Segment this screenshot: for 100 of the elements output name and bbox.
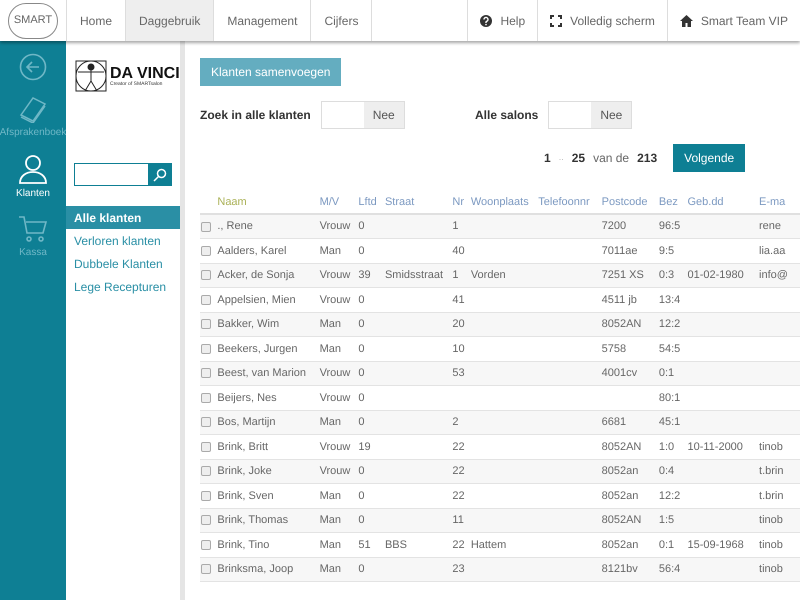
row-checkbox[interactable]	[201, 442, 211, 452]
column-header[interactable]: Woonplaats	[470, 192, 538, 214]
table-cell: Beest, van Marion	[217, 367, 306, 379]
column-header[interactable]: Straat	[384, 192, 452, 214]
table-cell: 7251 XS	[602, 269, 644, 281]
table-cell: Brink, Tino	[217, 538, 270, 550]
nav-tab[interactable]: Home	[67, 0, 126, 41]
table-cell: 54:5	[658, 342, 680, 354]
column-header[interactable]: Lftd	[358, 192, 385, 214]
table-cell: Smidsstraat	[384, 269, 444, 281]
row-checkbox[interactable]	[201, 270, 211, 280]
column-header[interactable]: Postcode	[602, 192, 659, 214]
rail-item[interactable]: Kassa	[18, 215, 48, 260]
sidebar-menu-item[interactable]: Dubbele Klanten	[66, 252, 180, 275]
column-header[interactable]: E-ma	[759, 192, 800, 214]
table-cell: Brink, Joke	[217, 465, 272, 477]
toggle-switch[interactable]: Nee	[548, 101, 632, 129]
table-cell: 0	[358, 220, 365, 232]
table-cell: 8052an	[602, 538, 638, 550]
table-cell: Man	[320, 490, 341, 502]
row-checkbox[interactable]	[201, 515, 211, 526]
rail-item[interactable]: Afsprakenboek	[0, 95, 66, 140]
row-checkbox[interactable]	[201, 466, 211, 476]
column-header[interactable]: Telefoonnr	[538, 192, 602, 214]
rail-item[interactable]: Klanten	[16, 154, 50, 201]
row-checkbox[interactable]	[201, 319, 211, 330]
column-header[interactable]: Nr	[452, 192, 471, 214]
table-cell: 8052an	[602, 465, 638, 477]
column-header[interactable]: Geb.dd	[687, 192, 760, 214]
table-cell: 0	[358, 490, 365, 502]
nav-tab[interactable]: Daggebruik	[126, 0, 214, 41]
table-cell: Man	[320, 342, 341, 354]
sidebar-menu-item[interactable]: Verloren klanten	[66, 229, 180, 252]
table-cell: 5758	[602, 342, 626, 354]
search-icon[interactable]	[148, 164, 171, 185]
back-button[interactable]	[19, 53, 47, 81]
table-cell: info@	[759, 269, 788, 281]
table-cell: 0	[358, 244, 365, 256]
table-cell: tinob	[759, 514, 783, 526]
table-cell: Man	[320, 244, 341, 256]
smart-logo[interactable]: SMART	[8, 2, 58, 38]
table-cell: 0	[358, 465, 365, 477]
table-cell: Brink, Thomas	[217, 514, 288, 526]
table-cell: 4511 jb	[602, 294, 637, 306]
pager-separator: ..	[558, 151, 564, 164]
next-page-button[interactable]: Volgende	[673, 144, 746, 172]
column-header[interactable]: M/V	[320, 192, 358, 214]
table-cell: Bos, Martijn	[217, 416, 276, 428]
sidebar-menu-item[interactable]: Alle klanten	[66, 206, 180, 229]
pager-start: 1	[544, 150, 551, 167]
nav-action-button[interactable]: Help	[467, 0, 538, 41]
table-cell: 9:5	[658, 244, 674, 256]
table-cell: 41	[452, 294, 465, 306]
row-checkbox[interactable]	[201, 564, 211, 574]
table-cell: 51	[358, 538, 371, 550]
table-cell: Vrouw	[320, 392, 350, 404]
row-checkbox[interactable]	[201, 490, 211, 501]
table-cell: 7011ae	[602, 244, 638, 256]
table-cell: Vrouw	[320, 465, 350, 477]
nav-tab[interactable]: Management	[214, 0, 312, 41]
table-cell: 10	[452, 342, 465, 354]
nav-tab[interactable]: Cijfers	[311, 0, 372, 41]
table-cell: Man	[320, 563, 341, 575]
table-cell: Appelsien, Mien	[217, 294, 296, 306]
column-header[interactable]: Naam	[217, 192, 320, 214]
table-cell: Hattem	[470, 538, 506, 550]
table-cell: 45:1	[658, 416, 680, 428]
row-checkbox[interactable]	[201, 246, 211, 256]
row-checkbox[interactable]	[201, 294, 211, 305]
search-field[interactable]	[74, 163, 172, 186]
sidebar-menu-item[interactable]: Lege Recepturen	[66, 275, 180, 298]
table-cell: ., Rene	[217, 220, 253, 232]
table-cell: 0:4	[658, 465, 674, 477]
table-cell: lia.aa	[759, 244, 786, 256]
column-header[interactable]: Bez	[658, 192, 688, 214]
row-checkbox[interactable]	[201, 222, 211, 232]
row-checkbox[interactable]	[201, 540, 211, 550]
table-cell: 01-02-1980	[687, 269, 744, 281]
nav-action-button[interactable]: Smart Team VIP	[666, 0, 800, 41]
table-cell: BBS	[384, 538, 407, 550]
pager-total: 213	[637, 150, 658, 167]
table-cell: 1:0	[658, 440, 674, 452]
table-cell: 40	[452, 244, 465, 256]
nav-action-button[interactable]: Volledig scherm	[537, 0, 667, 41]
toggle-switch[interactable]: Nee	[320, 101, 405, 129]
filter-label: Alle salons	[475, 107, 538, 124]
row-checkbox[interactable]	[201, 344, 211, 354]
table-cell: 8052AN	[602, 440, 642, 452]
row-checkbox[interactable]	[201, 368, 211, 378]
table-cell: 0:1	[658, 367, 674, 379]
table-cell: Brink, Sven	[217, 490, 274, 502]
table-cell: Beekers, Jurgen	[217, 342, 298, 354]
table-cell: 53	[452, 367, 465, 379]
table-cell: 56:4	[658, 563, 680, 575]
merge-clients-button[interactable]: Klanten samenvoegen	[200, 58, 342, 86]
table-cell: 96:5	[658, 220, 680, 232]
row-checkbox[interactable]	[201, 417, 211, 428]
row-checkbox[interactable]	[201, 392, 211, 403]
table-cell: 0:3	[658, 269, 674, 281]
table-cell: rene	[759, 220, 782, 232]
